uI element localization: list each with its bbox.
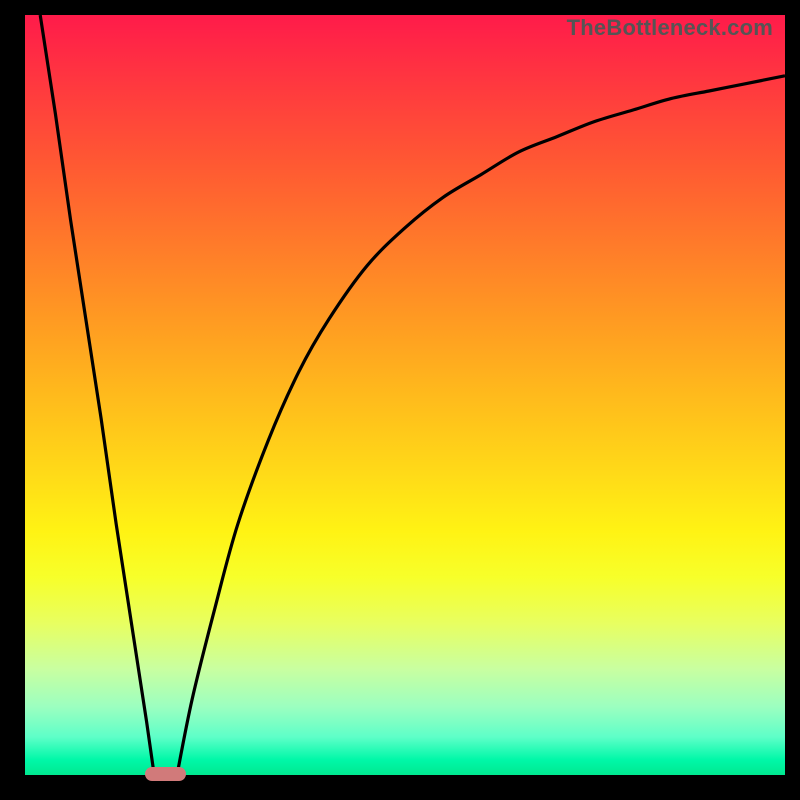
curve-right-branch <box>177 76 785 775</box>
chart-frame: TheBottleneck.com <box>0 0 800 800</box>
curve-layer <box>25 15 785 775</box>
optimal-marker <box>145 767 187 781</box>
plot-area: TheBottleneck.com <box>25 15 785 775</box>
curve-left-branch <box>40 15 154 775</box>
